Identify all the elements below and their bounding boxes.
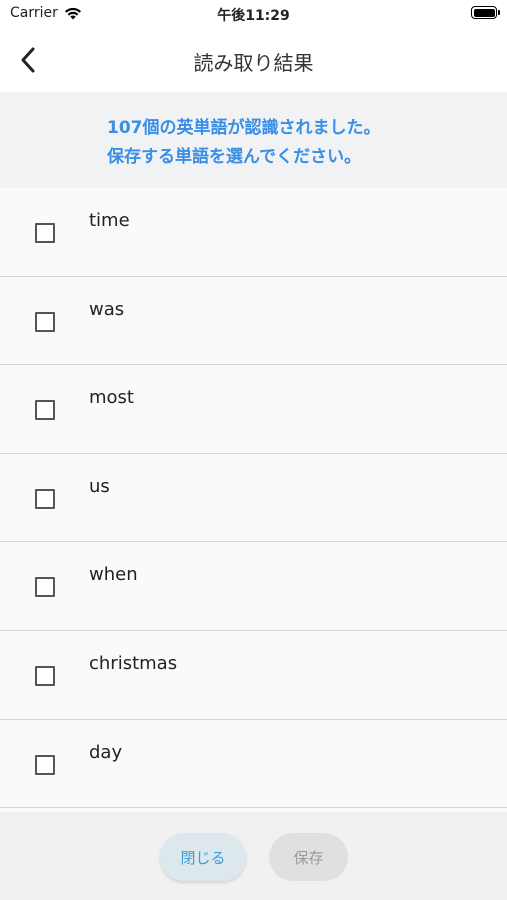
- checkbox[interactable]: [35, 488, 55, 509]
- banner-text: 107個の英単語が認識されました。 保存する単語を選んでください。: [107, 114, 381, 172]
- word-label: when: [89, 564, 138, 586]
- status-bar: Carrier 午後11:29: [0, 0, 507, 28]
- info-banner: 107個の英単語が認識されました。 保存する単語を選んでください。: [0, 92, 507, 188]
- checkbox[interactable]: [35, 223, 55, 243]
- word-label: christmas: [89, 652, 178, 674]
- list-item[interactable]: us: [0, 453, 507, 543]
- battery-icon: [471, 6, 500, 19]
- word-label: was: [89, 298, 125, 320]
- nav-bar: 読み取り結果: [0, 28, 507, 92]
- list-item[interactable]: day: [0, 719, 507, 809]
- list-item[interactable]: most: [0, 365, 507, 454]
- close-button[interactable]: 閉じる: [160, 833, 246, 881]
- banner-line-1: 107個の英単語が認識されました。: [107, 118, 381, 138]
- page-title: 読み取り結果: [193, 51, 314, 75]
- word-label: time: [89, 210, 130, 231]
- word-list: time was most us when christmas day: [0, 188, 507, 809]
- checkbox[interactable]: [35, 577, 55, 598]
- footer-bar: 閉じる 保存: [0, 812, 507, 900]
- checkbox[interactable]: [35, 754, 55, 775]
- checkbox[interactable]: [35, 311, 55, 332]
- word-label: most: [89, 387, 134, 409]
- list-item[interactable]: christmas: [0, 630, 507, 720]
- banner-line-2: 保存する単語を選んでください。: [107, 147, 362, 167]
- list-item[interactable]: when: [0, 542, 507, 631]
- list-item[interactable]: time: [0, 188, 507, 277]
- status-time: 午後11:29: [217, 8, 290, 24]
- save-button[interactable]: 保存: [269, 833, 348, 881]
- word-label: us: [89, 475, 110, 497]
- list-item[interactable]: was: [0, 276, 507, 366]
- checkbox[interactable]: [35, 400, 55, 421]
- checkbox[interactable]: [35, 665, 55, 686]
- word-label: day: [89, 741, 123, 763]
